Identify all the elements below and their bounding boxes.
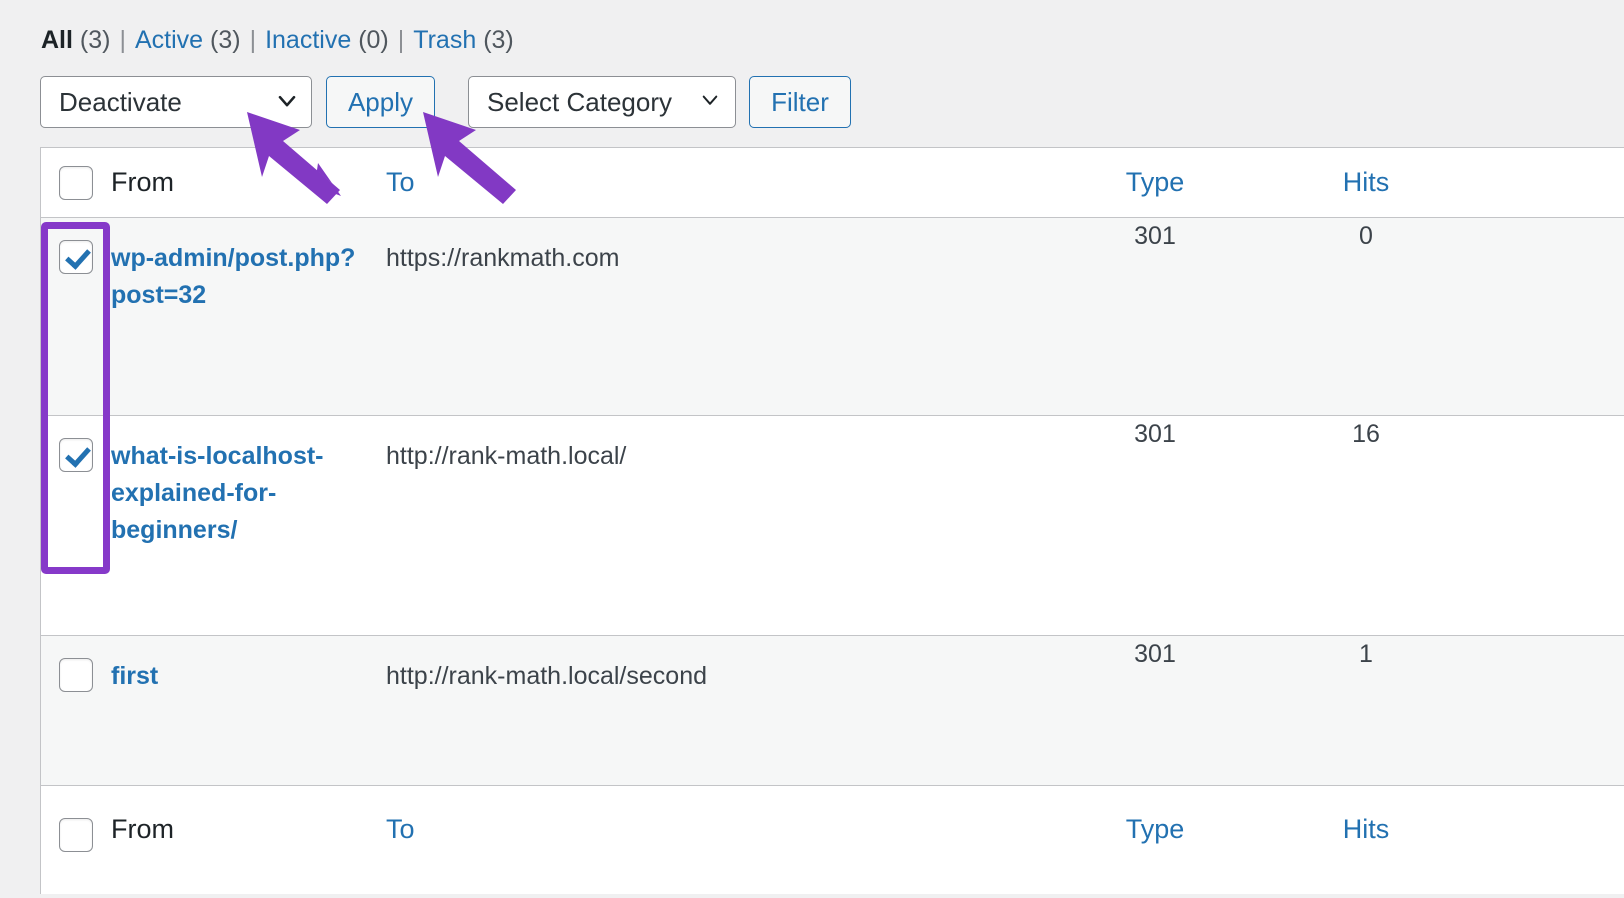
status-link-all[interactable]: All (3) [41,26,110,54]
row-type-value: 301 [1134,420,1176,448]
table-row: wp-admin/post.php?post=32 https://rankma… [41,218,1624,416]
column-header-hits[interactable]: Hits [1266,167,1466,198]
table-toolbar: Deactivate Apply Select Category Filter [40,76,851,128]
select-all-checkbox[interactable] [59,165,93,200]
column-footer-hits-label[interactable]: Hits [1343,814,1390,844]
status-link-inactive-label[interactable]: Inactive [265,26,351,54]
row-checkbox-cell [41,218,111,274]
plugin-list-page: All (3) | Active (3) | Inactive (0) | Trash (3… [0,0,1624,898]
row-cell-hits: 16 [1266,416,1466,453]
row-hits-value: 16 [1352,420,1380,448]
column-footer-to[interactable]: To [386,786,1044,845]
status-link-trash-label[interactable]: Trash [413,26,476,54]
category-select[interactable]: Select Category [468,76,736,128]
select-all-checkbox-cell-footer [41,786,111,852]
redirections-table: From To Type Hits wp-admin/post.php?post… [40,147,1624,894]
row-checkbox[interactable] [59,658,93,692]
row-cell-hits: 0 [1266,218,1466,255]
column-header-type[interactable]: Type [1044,167,1266,198]
row-checkbox[interactable] [59,438,93,472]
row-cell-type: 301 [1044,218,1266,255]
status-separator: | [249,26,257,54]
column-footer-to-label[interactable]: To [386,814,415,844]
row-cell-from: what-is-localhost-explained-for-beginner… [111,416,386,549]
status-link-all-label[interactable]: All [41,26,73,54]
status-link-active-label[interactable]: Active [135,26,203,54]
select-all-checkbox-footer[interactable] [59,818,93,852]
row-from-link[interactable]: first [111,636,158,695]
column-footer-hits[interactable]: Hits [1266,786,1466,845]
row-hits-value: 1 [1359,640,1373,668]
column-footer-from-label: From [111,814,174,844]
bulk-action-select[interactable]: Deactivate [40,76,312,128]
row-checkbox[interactable] [59,240,93,274]
column-header-to[interactable]: To [386,167,1044,198]
chevron-down-icon [701,91,719,109]
row-cell-from: first [111,636,386,695]
chevron-down-icon [277,91,296,109]
row-hits-value: 0 [1359,222,1373,250]
status-filter-links: All (3) | Active (3) | Inactive (0) | Trash (3… [41,22,514,58]
apply-button[interactable]: Apply [326,76,435,128]
column-header-from-label: From [111,167,174,197]
column-header-from: From [111,167,386,198]
table-row: what-is-localhost-explained-for-beginner… [41,416,1624,636]
row-type-value: 301 [1134,640,1176,668]
row-cell-hits: 1 [1266,636,1466,673]
status-link-inactive[interactable]: Inactive (0) [265,26,389,54]
status-separator: | [397,26,405,54]
status-separator: | [119,26,126,54]
column-header-type-label[interactable]: Type [1126,167,1185,197]
table-header-row: From To Type Hits [41,148,1624,218]
column-header-hits-label[interactable]: Hits [1343,167,1390,197]
row-cell-to: http://rank-math.local/second [386,662,707,690]
status-link-inactive-count: (0) [358,26,389,54]
row-cell-to: http://rank-math.local/ [386,442,627,470]
row-checkbox-cell [41,636,111,692]
status-link-trash-count: (3) [483,26,514,54]
status-link-all-count: (3) [79,26,111,54]
table-footer-row: From To Type Hits [41,786,1624,894]
row-cell-from: wp-admin/post.php?post=32 [111,218,386,314]
row-from-link[interactable]: what-is-localhost-explained-for-beginner… [111,416,386,549]
bulk-action-select-value: Deactivate [59,86,182,117]
row-cell-type: 301 [1044,416,1266,453]
column-header-to-label[interactable]: To [386,167,415,197]
row-from-link[interactable]: wp-admin/post.php?post=32 [111,218,386,314]
row-checkbox-cell [41,416,111,472]
table-row: first http://rank-math.local/second 301 … [41,636,1624,786]
status-link-trash[interactable]: Trash (3) [413,26,514,54]
filter-button[interactable]: Filter [749,76,851,128]
column-footer-type[interactable]: Type [1044,786,1266,845]
row-type-value: 301 [1134,222,1176,250]
status-link-active-count: (3) [210,26,241,54]
row-cell-type: 301 [1044,636,1266,673]
category-select-value: Select Category [487,86,672,117]
row-cell-to: https://rankmath.com [386,244,620,272]
select-all-checkbox-cell [41,165,111,200]
status-link-active[interactable]: Active (3) [135,26,241,54]
column-footer-from: From [111,786,386,845]
column-footer-type-label[interactable]: Type [1126,814,1185,844]
